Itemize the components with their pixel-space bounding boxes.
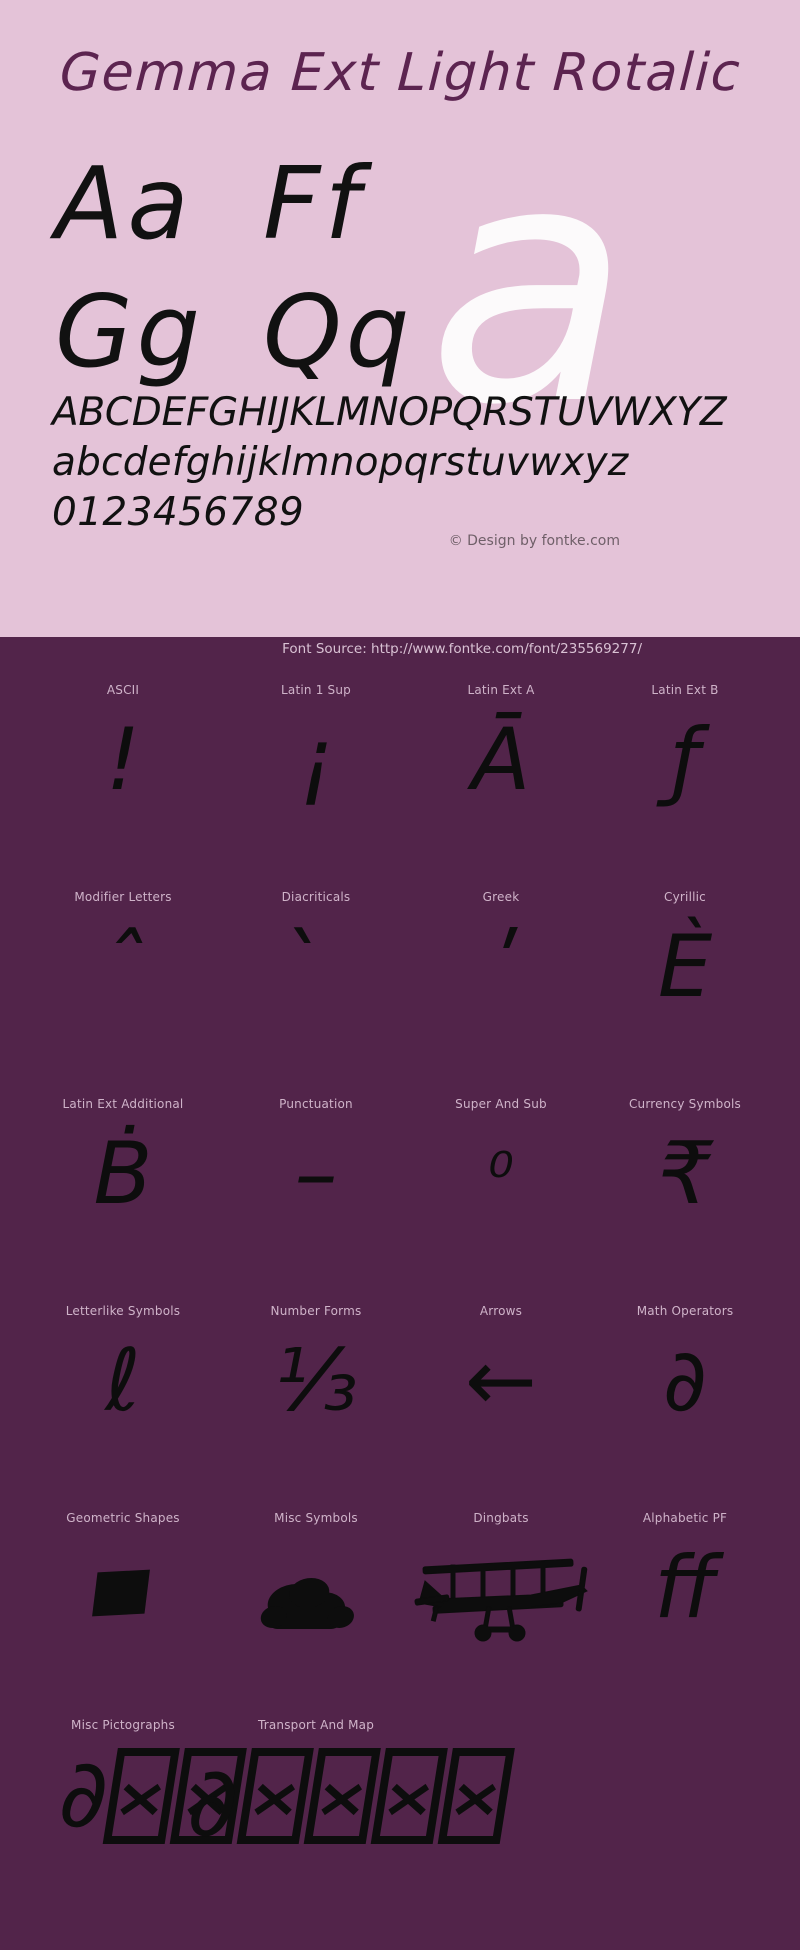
font-source-bar: Font Source: http://www.fontke.com/font/… [0,637,800,665]
a-macron-icon: Ā [471,710,531,810]
script-small-l-icon: ℓ [105,1331,141,1431]
unicode-block-row: Misc Pictographs Transport And Map ∂ ∂ [0,1700,800,1950]
block-label: Letterlike Symbols [65,1304,181,1318]
block-label: Misc Pictographs [71,1718,175,1732]
block-label: Greek [482,890,520,904]
block-label: Modifier Letters [74,890,172,904]
unicode-block-misc-symbols: Misc Symbols [216,1493,416,1700]
rupee-sign-icon: ₹ [657,1124,713,1224]
letter-pair-aa: Aa [55,145,193,262]
alphabet-block: ABCDEFGHIJKLMNOPQRSTUVWXYZ abcdefghijklm… [52,388,752,538]
letter-pair-gg: Gg [55,273,204,390]
one-third-fraction-icon: ⅓ [274,1331,358,1431]
block-label: Number Forms [270,1304,362,1318]
unicode-block-alphabetic-pf: Alphabetic PF ﬀ [585,1493,785,1700]
unicode-block-arrows: Arrows ← [401,1286,601,1493]
unicode-block-currency-symbols: Currency Symbols ₹ [585,1079,785,1286]
block-label: Math Operators [636,1304,734,1318]
cloud-icon [254,1559,384,1659]
letter-pair-qq: Qq [263,273,414,390]
font-source-link[interactable]: Font Source: http://www.fontke.com/font/… [282,641,642,657]
uppercase-alphabet-line: ABCDEFGHIJKLMNOPQRSTUVWXYZ [52,390,727,435]
unicode-block-latin-ext-additional: Latin Ext Additional Ḃ [23,1079,223,1286]
partial-differential-icon: ∂ [662,1331,708,1431]
unicode-block-latin-1-sup: Latin 1 Sup ¡ [216,665,416,872]
partial-differential-overlay-icon: ∂ [183,1746,243,1858]
block-label: Latin Ext B [651,683,719,697]
block-label: Super And Sub [455,1097,547,1111]
block-label: Cyrillic [664,890,706,904]
block-label: ASCII [106,683,140,697]
florin-icon: ƒ [669,710,701,810]
unicode-block-ascii: ASCII ! [23,665,223,872]
unicode-block-geometric-shapes: Geometric Shapes [23,1493,223,1700]
partial-differential-icon: ∂ [54,1740,113,1849]
unicode-block-latin-ext-b: Latin Ext B ƒ [585,665,785,872]
missing-glyph-strip: ∂ ∂ [43,1740,800,1898]
unicode-block-math-operators: Math Operators ∂ [585,1286,785,1493]
unicode-block-super-and-sub: Super And Sub ⁰ [401,1079,601,1286]
font-specimen-page: Gemma Ext Light Rotalic a Aa Ff Gg Qq AB… [0,0,800,1858]
unicode-block-row: Latin Ext Additional Ḃ Punctuation – Sup… [0,1079,800,1286]
unicode-blocks-panel: ASCII ! Latin 1 Sup ¡ Latin Ext A Ā Lati… [0,665,800,1858]
block-label: Misc Symbols [274,1511,358,1525]
block-label: Alphabetic PF [642,1511,728,1525]
page-title: Gemma Ext Light Rotalic [58,43,743,103]
unicode-block-number-forms: Number Forms ⅓ [216,1286,416,1493]
unicode-block-greek: Greek ʹ [401,872,601,1079]
block-label: Dingbats [473,1511,529,1525]
airplane-icon [411,1541,601,1661]
letter-pair-row: Gg Qq [55,276,475,404]
copyright-credit: © Design by fontke.com [448,533,620,549]
ff-ligature-icon: ﬀ [653,1538,717,1638]
missing-glyph-box-icon [370,1748,448,1844]
circumflex-icon: ˆ [101,917,145,1017]
block-label: Latin Ext Additional [62,1097,184,1111]
missing-glyph-box-icon [303,1748,381,1844]
exclamation-icon: ! [105,710,141,810]
block-label: Transport And Map [257,1718,375,1732]
superscript-zero-icon: ⁰ [488,1140,514,1214]
unicode-block-letterlike-symbols: Letterlike Symbols ℓ [23,1286,223,1493]
missing-glyph-box-icon [102,1748,180,1844]
block-label: Latin 1 Sup [281,683,351,697]
unicode-block-diacriticals: Diacriticals ̀ [216,872,416,1079]
left-arrow-icon: ← [464,1331,538,1431]
en-dash-icon: – [294,1124,338,1224]
unicode-block-punctuation: Punctuation – [216,1079,416,1286]
b-dot-above-icon: Ḃ [93,1124,153,1224]
black-square-icon [92,1569,150,1617]
letter-pair-ff: Ff [263,145,364,262]
unicode-block-row: Letterlike Symbols ℓ Number Forms ⅓ Arro… [0,1286,800,1493]
missing-glyph-box-icon [437,1748,515,1844]
unicode-block-latin-ext-a: Latin Ext A Ā [401,665,601,872]
unicode-block-modifier-letters: Modifier Letters ˆ [23,872,223,1079]
inverted-exclamation-icon: ¡ [298,710,334,810]
unicode-block-dingbats: Dingbats [401,1493,601,1700]
cyrillic-ie-grave-icon: Ѐ [657,917,713,1017]
unicode-block-row: ASCII ! Latin 1 Sup ¡ Latin Ext A Ā Lati… [0,665,800,872]
specimen-preview-panel: Gemma Ext Light Rotalic a Aa Ff Gg Qq AB… [0,0,800,637]
greek-numeral-sign-icon: ʹ [489,917,513,1017]
block-label: Punctuation [279,1097,353,1111]
unicode-block-row: Modifier Letters ˆ Diacriticals ̀ Greek … [0,872,800,1079]
digits-line: 0123456789 [52,489,305,535]
grave-accent-icon: ̀ [216,914,416,1022]
lowercase-alphabet-line: abcdefghijklmnopqrstuvwxyz [52,439,629,485]
letter-pair-row: Aa Ff [55,148,475,276]
block-label: Latin Ext A [467,683,535,697]
unicode-block-row: Geometric Shapes Misc Symbols Dingbats A… [0,1493,800,1700]
letter-pair-grid: Aa Ff Gg Qq [55,148,475,404]
block-label: Diacriticals [281,890,351,904]
block-label: Arrows [479,1304,523,1318]
block-label: Geometric Shapes [66,1511,180,1525]
unicode-block-cyrillic: Cyrillic Ѐ [585,872,785,1079]
block-label: Currency Symbols [628,1097,742,1111]
missing-glyph-box-icon [236,1748,314,1844]
